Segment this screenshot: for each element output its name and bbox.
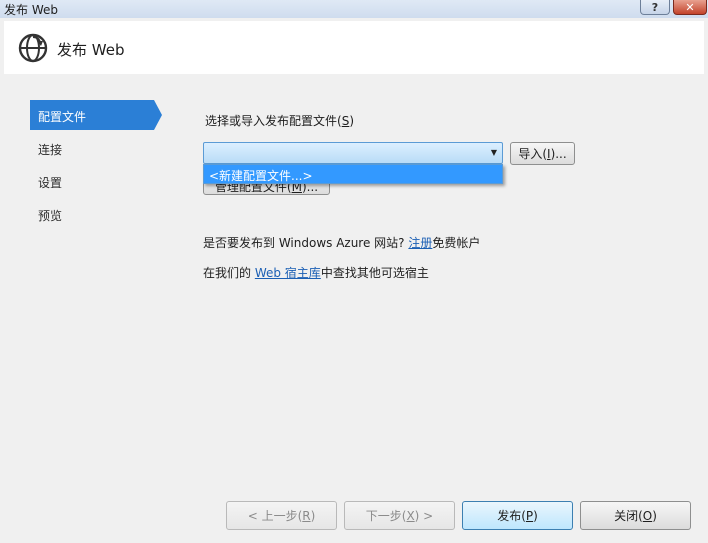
hosting-gallery-link[interactable]: Web 宿主库 bbox=[255, 266, 321, 280]
title-bar[interactable]: 发布 Web ? ✕ bbox=[0, 0, 708, 18]
label-text: 关闭( bbox=[614, 509, 643, 523]
hotkey: X bbox=[406, 509, 415, 523]
hosts-text-after: 中查找其他可选宿主 bbox=[320, 266, 429, 280]
window-title: 发布 Web bbox=[4, 3, 58, 17]
profile-combobox[interactable]: ▼ bbox=[203, 142, 503, 164]
nav-item-profile[interactable]: 配置文件 bbox=[30, 100, 162, 130]
label-end: ) > bbox=[414, 509, 434, 523]
profile-select-label: 选择或导入发布配置文件(S) bbox=[205, 114, 355, 128]
hotkey: O bbox=[642, 509, 653, 523]
close-button[interactable]: 关闭(O) bbox=[580, 501, 691, 530]
close-button-text: 关闭(O) bbox=[614, 507, 657, 524]
page-title: 发布 Web bbox=[57, 41, 125, 59]
import-button-text: 导入(I)... bbox=[518, 147, 567, 161]
label-text: 导入 bbox=[518, 147, 543, 161]
hotkey: R bbox=[302, 509, 311, 523]
label-text: 选择或导入发布配置文件 bbox=[205, 114, 338, 128]
label-end: ) bbox=[533, 509, 538, 523]
nav-item-connection[interactable]: 连接 bbox=[38, 141, 62, 158]
dialog-header: 发布 Web bbox=[4, 21, 704, 74]
import-button[interactable]: 导入(I)... bbox=[510, 142, 575, 165]
hotkey: S bbox=[341, 114, 350, 128]
azure-signup-text: 是否要发布到 Windows Azure 网站? 注册免费帐户 bbox=[203, 234, 480, 251]
hosts-text-before: 在我们的 bbox=[203, 266, 255, 280]
azure-text-after: 免费帐户 bbox=[432, 236, 481, 250]
dropdown-option-new-profile[interactable]: <新建配置文件...> bbox=[209, 167, 313, 184]
nav-item-settings[interactable]: 设置 bbox=[38, 174, 62, 191]
publish-button[interactable]: 发布(P) bbox=[462, 501, 573, 530]
publish-button-text: 发布(P) bbox=[497, 507, 538, 524]
previous-button[interactable]: < 上一步(R) bbox=[226, 501, 337, 530]
label-text: < 上一步( bbox=[247, 509, 303, 523]
nav-item-preview[interactable]: 预览 bbox=[38, 207, 62, 224]
signup-link[interactable]: 注册 bbox=[408, 236, 432, 250]
label-text: 发布( bbox=[497, 509, 526, 523]
label-end: ) bbox=[652, 509, 657, 523]
next-button[interactable]: 下一步(X) > bbox=[344, 501, 455, 530]
help-button[interactable]: ? bbox=[640, 0, 670, 15]
hotkey: I bbox=[547, 147, 551, 161]
next-button-text: 下一步(X) > bbox=[366, 507, 433, 524]
chevron-down-icon[interactable]: ▼ bbox=[491, 148, 497, 157]
window-close-button[interactable]: ✕ bbox=[673, 0, 707, 15]
azure-text-before: 是否要发布到 Windows Azure 网站? bbox=[203, 236, 409, 250]
label-text: 下一步( bbox=[365, 509, 407, 523]
profile-dropdown-list: <新建配置文件...> bbox=[203, 164, 503, 184]
help-icon: ? bbox=[651, 0, 659, 14]
globe-publish-icon bbox=[18, 33, 48, 63]
previous-button-text: < 上一步(R) bbox=[248, 507, 316, 524]
nav-item-label: 配置文件 bbox=[38, 110, 87, 124]
close-icon: ✕ bbox=[685, 0, 695, 14]
label-end: ) bbox=[310, 509, 316, 523]
hosting-gallery-text: 在我们的 Web 宿主库中查找其他可选宿主 bbox=[203, 264, 429, 281]
